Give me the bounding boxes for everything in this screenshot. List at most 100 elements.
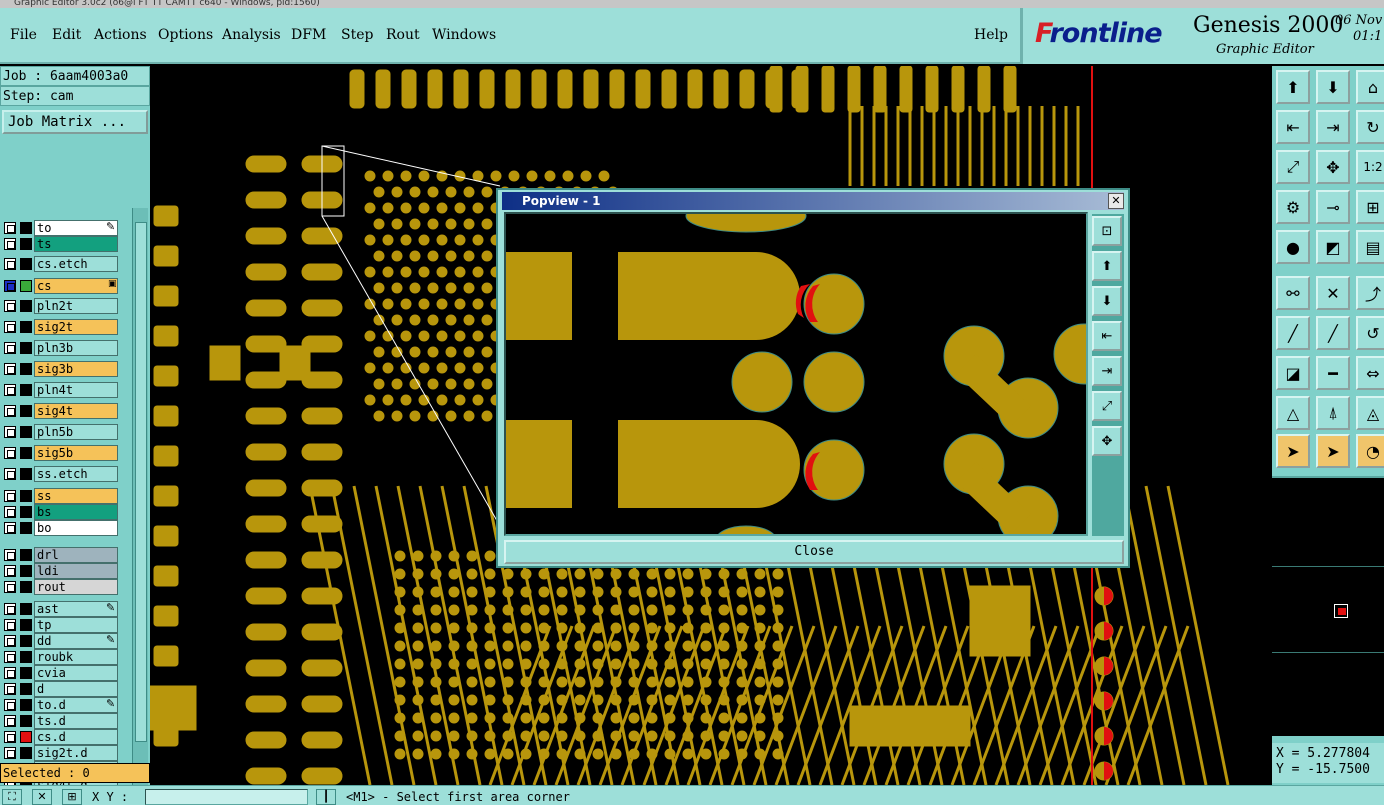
layer-visibility-checkbox[interactable] xyxy=(4,565,16,577)
layer-name[interactable]: ss.etch xyxy=(34,466,118,482)
layer-visibility-checkbox[interactable] xyxy=(4,651,16,663)
layer-icon[interactable]: ◪ xyxy=(1276,356,1310,390)
layer-name[interactable]: ldi xyxy=(34,563,118,579)
menu-file[interactable]: File xyxy=(10,27,37,43)
gauge-icon[interactable]: ◔ xyxy=(1356,434,1384,468)
select-alt-icon[interactable]: ➤ xyxy=(1316,434,1350,468)
layer-visibility-checkbox[interactable] xyxy=(4,667,16,679)
layer-name[interactable]: pln3b xyxy=(34,340,118,356)
layer-row-tp[interactable]: tp xyxy=(0,617,122,633)
layer-color-swatch[interactable] xyxy=(20,635,32,647)
layer-row-ts-d[interactable]: ts.d xyxy=(0,713,122,729)
scrollbar-thumb[interactable] xyxy=(135,222,147,742)
layer-color-swatch[interactable] xyxy=(20,468,32,480)
layer-row-to-d[interactable]: to.d ✎ xyxy=(0,697,122,713)
layer-name[interactable]: bs xyxy=(34,504,118,520)
undo-view-icon[interactable]: ↻ xyxy=(1356,110,1384,144)
layer-name[interactable]: d xyxy=(34,681,118,697)
delete-icon[interactable]: ✕ xyxy=(1316,276,1350,310)
layer-row-cs-d[interactable]: cs.d xyxy=(0,729,122,745)
select-icon[interactable]: ➤ xyxy=(1276,434,1310,468)
layer-color-swatch[interactable] xyxy=(20,581,32,593)
popview-pan-left-icon[interactable]: ⇤ xyxy=(1092,321,1122,351)
mark-icon[interactable]: ◬ xyxy=(1356,396,1384,430)
overview-map[interactable] xyxy=(1272,476,1384,736)
layer-name[interactable]: sig2t xyxy=(34,319,118,335)
layer-visibility-checkbox[interactable] xyxy=(4,506,16,518)
layer-color-swatch[interactable] xyxy=(20,384,32,396)
layer-color-swatch[interactable] xyxy=(20,258,32,270)
layer-name[interactable]: sig4t xyxy=(34,403,118,419)
menu-edit[interactable]: Edit xyxy=(52,27,81,43)
job-matrix-button[interactable]: Job Matrix ... xyxy=(2,110,148,134)
horizontal-icon[interactable]: ━ xyxy=(1316,356,1350,390)
layer-row-ldi[interactable]: ldi xyxy=(0,563,122,579)
layer-visibility-checkbox[interactable] xyxy=(4,549,16,561)
xy-input[interactable] xyxy=(145,789,308,805)
layer-visibility-checkbox[interactable] xyxy=(4,603,16,615)
menu-options[interactable]: Options xyxy=(158,27,213,43)
zoom-down-icon[interactable]: ⬇ xyxy=(1316,70,1350,104)
popview-canvas[interactable] xyxy=(504,212,1088,536)
layer-visibility-checkbox[interactable] xyxy=(4,384,16,396)
layer-visibility-checkbox[interactable] xyxy=(4,635,16,647)
layer-visibility-checkbox[interactable] xyxy=(4,699,16,711)
slash-icon[interactable]: ╱ xyxy=(1316,316,1350,350)
menu-analysis[interactable]: Analysis xyxy=(222,27,281,43)
layer-color-swatch[interactable] xyxy=(20,222,32,234)
move-icon[interactable]: ⤴ xyxy=(1356,276,1384,310)
layer-visibility-checkbox[interactable] xyxy=(4,258,16,270)
layer-row-bs[interactable]: bs xyxy=(0,504,122,520)
layer-color-swatch[interactable] xyxy=(20,549,32,561)
layer-color-swatch[interactable] xyxy=(20,603,32,615)
layer-visibility-checkbox[interactable] xyxy=(4,405,16,417)
layer-color-swatch[interactable] xyxy=(20,321,32,333)
layer-visibility-checkbox[interactable] xyxy=(4,447,16,459)
popview-center-icon[interactable]: ✥ xyxy=(1092,426,1122,456)
layer-row-ts[interactable]: ts xyxy=(0,236,122,252)
menu-dfm[interactable]: DFM xyxy=(291,27,326,43)
popview-close-icon[interactable]: ✕ xyxy=(1108,193,1124,209)
layer-color-swatch[interactable] xyxy=(20,683,32,695)
layer-row-d[interactable]: d xyxy=(0,681,122,697)
layer-name[interactable]: ts.d xyxy=(34,713,118,729)
layer-name[interactable]: pln5b xyxy=(34,424,118,440)
snap-icon[interactable]: ⊞ xyxy=(1356,190,1384,224)
layer-color-swatch[interactable] xyxy=(20,667,32,679)
layer-row-dd[interactable]: dd ✎ xyxy=(0,633,122,649)
layer-row-roubk[interactable]: roubk xyxy=(0,649,122,665)
layer-row-pln5b[interactable]: pln5b xyxy=(0,424,122,440)
popview-title-bar[interactable]: Popview - 1 xyxy=(502,192,1124,210)
feature-icon[interactable]: ● xyxy=(1276,230,1310,264)
layer-visibility-checkbox[interactable] xyxy=(4,342,16,354)
menu-actions[interactable]: Actions xyxy=(94,27,147,43)
layer-color-swatch[interactable] xyxy=(20,747,32,759)
layer-name[interactable]: ts xyxy=(34,236,118,252)
layer-name[interactable]: drl xyxy=(34,547,118,563)
triangle-icon[interactable]: △ xyxy=(1276,396,1310,430)
layer-color-swatch[interactable] xyxy=(20,490,32,502)
layer-visibility-checkbox[interactable] xyxy=(4,222,16,234)
layer-row-rout[interactable]: rout xyxy=(0,579,122,595)
layer-color-swatch[interactable] xyxy=(20,506,32,518)
layer-row-pln3b[interactable]: pln3b xyxy=(0,340,122,356)
layer-color-swatch[interactable] xyxy=(20,300,32,312)
peak-icon[interactable]: ⍋ xyxy=(1316,396,1350,430)
popview-zoom-out-icon[interactable]: ⬇ xyxy=(1092,286,1122,316)
layer-row-drl[interactable]: drl xyxy=(0,547,122,563)
layer-visibility-checkbox[interactable] xyxy=(4,522,16,534)
layer-row-cs[interactable]: cs ▣ xyxy=(0,278,122,294)
layer-row-sig2t-d[interactable]: sig2t.d xyxy=(0,745,122,761)
layer-visibility-checkbox[interactable] xyxy=(4,581,16,593)
line-icon[interactable]: ╱ xyxy=(1276,316,1310,350)
layer-name[interactable]: cs.d xyxy=(34,729,118,745)
ruler-icon[interactable]: ▤ xyxy=(1356,230,1384,264)
layer-visibility-checkbox[interactable] xyxy=(4,426,16,438)
status-tool-1-icon[interactable]: ⛶ xyxy=(2,789,22,805)
layer-name[interactable]: rout xyxy=(34,579,118,595)
layer-visibility-checkbox[interactable] xyxy=(4,731,16,743)
layer-row-cvia[interactable]: cvia xyxy=(0,665,122,681)
layer-name[interactable]: sig3b xyxy=(34,361,118,377)
arc-icon[interactable]: ↺ xyxy=(1356,316,1384,350)
home-icon[interactable]: ⌂ xyxy=(1356,70,1384,104)
